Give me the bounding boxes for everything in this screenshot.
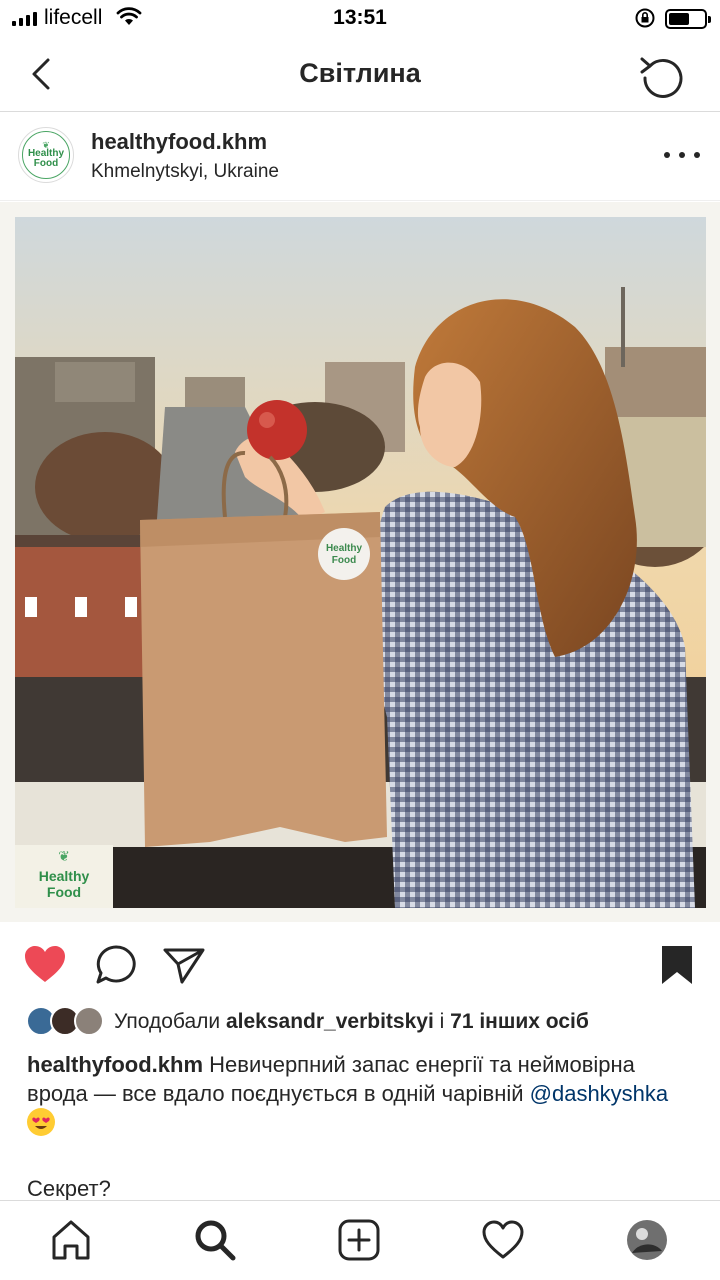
refresh-icon[interactable] (636, 50, 690, 104)
bottom-tab-bar (0, 1200, 720, 1280)
post-caption: healthyfood.khm Невичерпний запас енергі… (27, 1050, 687, 1137)
nav-bar: Світлина (0, 40, 720, 112)
new-post-icon[interactable] (336, 1217, 382, 1263)
likes-count[interactable]: 71 інших осіб (450, 1010, 589, 1033)
svg-text:Healthy: Healthy (326, 543, 363, 554)
caption-username[interactable]: healthyfood.khm (27, 1052, 203, 1077)
comment-icon[interactable] (93, 942, 139, 988)
bookmark-filled-icon[interactable] (654, 942, 700, 988)
rotation-lock-icon (635, 8, 655, 28)
likes-summary[interactable]: Уподобали aleksandr_verbitskyi і 71 інши… (114, 1010, 589, 1034)
heart-filled-icon[interactable] (22, 942, 68, 988)
status-bar: lifecell 13:51 (0, 0, 720, 40)
post-photo[interactable]: Healthy Food ❦ Healthy Food (15, 217, 706, 908)
search-icon[interactable] (192, 1217, 238, 1263)
likes-row: Уподобали aleksandr_verbitskyi і 71 інши… (0, 1000, 720, 1046)
caption-second-line: Секрет? (27, 1176, 111, 1201)
avatar[interactable]: ❦ Healthy Food (18, 127, 74, 183)
post-location[interactable]: Khmelnytskyi, Ukraine (91, 161, 279, 183)
svg-text:Healthy: Healthy (39, 868, 90, 884)
post-username[interactable]: healthyfood.khm (91, 129, 267, 155)
liker-username[interactable]: aleksandr_verbitskyi (226, 1010, 434, 1033)
svg-text:Food: Food (47, 884, 81, 900)
battery-icon (665, 9, 711, 29)
status-time: 13:51 (333, 6, 387, 29)
healthy-food-logo-icon: ❦ Healthy Food (22, 131, 70, 179)
heart-eyes-emoji-icon (27, 1108, 55, 1136)
profile-avatar[interactable] (624, 1217, 670, 1263)
send-icon[interactable] (161, 942, 207, 988)
activity-icon[interactable] (480, 1217, 526, 1263)
post-header: ❦ Healthy Food healthyfood.khm Khmelnyts… (0, 113, 720, 201)
caption-mention[interactable]: @dashkyshka (530, 1081, 669, 1106)
page-title: Світлина (299, 58, 421, 88)
svg-text:Food: Food (332, 555, 356, 566)
liker-avatar[interactable] (74, 1006, 104, 1036)
post-actions (0, 930, 720, 1000)
svg-text:❦: ❦ (58, 849, 70, 865)
post-photo-frame: Healthy Food ❦ Healthy Food (0, 202, 720, 922)
home-icon[interactable] (48, 1217, 94, 1263)
more-options-icon[interactable] (664, 143, 700, 167)
